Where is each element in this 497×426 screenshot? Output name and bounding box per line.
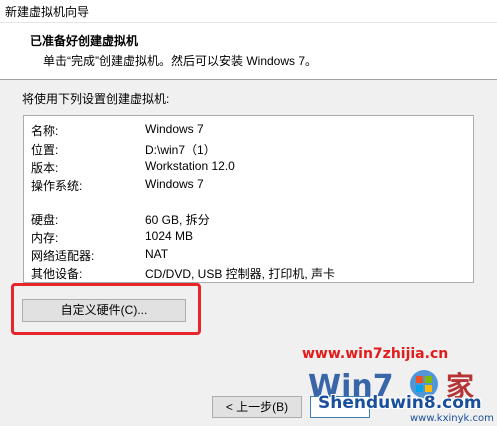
setting-value: Windows 7 — [145, 122, 204, 136]
setting-key: 网络适配器: — [31, 249, 95, 263]
setting-row: 名称: Windows 7 — [31, 122, 471, 140]
setting-row: 其他设备: CD/DVD, USB 控制器, 打印机, 声卡 — [31, 265, 471, 283]
watermark-brand: Shenduwin8.com — [318, 393, 482, 413]
setting-row: 版本: Workstation 12.0 — [31, 159, 471, 177]
setting-value: CD/DVD, USB 控制器, 打印机, 声卡 — [145, 267, 336, 281]
setting-value: 1024 MB — [145, 229, 194, 243]
page-title: 已准备好创建虚拟机 — [30, 34, 139, 48]
settings-intro: 将使用下列设置创建虚拟机: — [22, 92, 170, 106]
setting-key: 版本: — [31, 161, 59, 175]
wizard-header: 已准备好创建虚拟机 单击“完成”创建虚拟机。然后可以安装 Windows 7。 — [0, 23, 497, 80]
watermark-url: www.win7zhijia.cn — [302, 346, 449, 362]
setting-key: 其他设备: — [31, 267, 83, 281]
setting-row: 网络适配器: NAT — [31, 247, 471, 265]
watermark-sub: www.kxinyk.com — [410, 413, 494, 424]
setting-key: 名称: — [31, 124, 59, 138]
setting-key: 内存: — [31, 231, 59, 245]
setting-key: 硬盘: — [31, 213, 59, 227]
setting-row: 位置: D:\win7（1） — [31, 141, 471, 159]
page-subtitle: 单击“完成”创建虚拟机。然后可以安装 Windows 7。 — [43, 54, 318, 68]
setting-value: Workstation 12.0 — [145, 159, 235, 173]
settings-summary: 名称: Windows 7 位置: D:\win7（1） 版本: Worksta… — [23, 115, 474, 283]
title-bar: 新建虚拟机向导 — [0, 0, 497, 23]
setting-row: 操作系统: Windows 7 — [31, 177, 471, 195]
setting-row: 硬盘: 60 GB, 拆分 — [31, 211, 471, 229]
window-title: 新建虚拟机向导 — [5, 5, 90, 19]
setting-row: 内存: 1024 MB — [31, 229, 471, 247]
setting-value: NAT — [145, 247, 169, 261]
setting-value: Windows 7 — [145, 177, 204, 191]
setting-key: 操作系统: — [31, 179, 83, 193]
wizard-content: 将使用下列设置创建虚拟机: 名称: Windows 7 位置: D:\win7（… — [0, 80, 497, 426]
setting-key: 位置: — [31, 143, 59, 157]
setting-value: D:\win7（1） — [145, 143, 216, 157]
setting-value: 60 GB, 拆分 — [145, 213, 210, 227]
back-button[interactable]: < 上一步(B) — [212, 396, 302, 418]
customize-hardware-button[interactable]: 自定义硬件(C)... — [22, 299, 186, 322]
